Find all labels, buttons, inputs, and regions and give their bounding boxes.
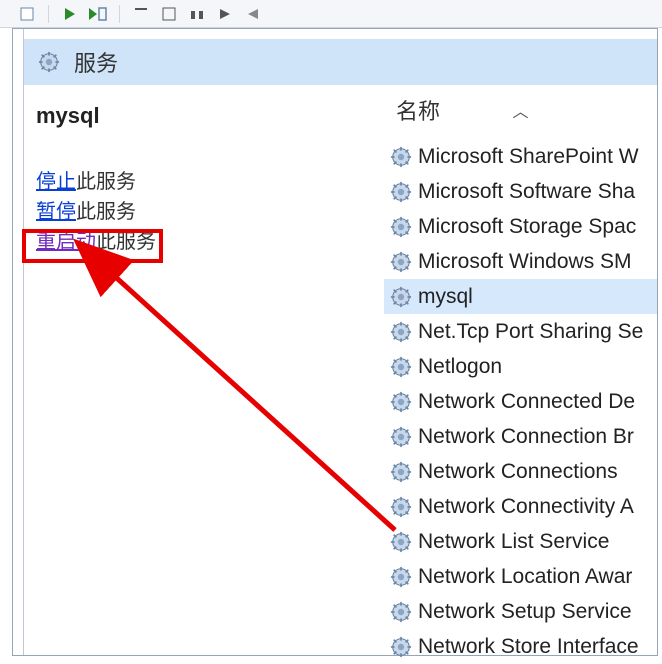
service-list-row[interactable]: Network Connection Br	[384, 419, 657, 454]
service-row-label: Network Connections	[418, 460, 618, 484]
service-list-row[interactable]: Microsoft Storage Spac	[384, 209, 657, 244]
services-header-gear-icon	[38, 51, 60, 73]
service-list-row[interactable]: Network Location Awar	[384, 559, 657, 594]
service-row-label: Net.Tcp Port Sharing Se	[418, 320, 643, 344]
service-gear-icon	[390, 636, 412, 658]
services-header: 服务	[24, 39, 657, 85]
services-window: 服务 mysql 停止此服务 暂停此服务 重启动此服务 名称 ︿ Microso…	[12, 28, 658, 656]
service-gear-icon	[390, 601, 412, 623]
sort-caret-icon: ︿	[512, 98, 528, 122]
list-column-header[interactable]: 名称 ︿	[384, 85, 657, 135]
service-gear-icon	[390, 531, 412, 553]
toolbar-run-button[interactable]	[59, 4, 81, 24]
toolbar-button-5[interactable]	[158, 4, 180, 24]
service-gear-icon	[390, 321, 412, 343]
service-list-row[interactable]: Net.Tcp Port Sharing Se	[384, 314, 657, 349]
service-list-row[interactable]: Netlogon	[384, 349, 657, 384]
service-row-label: mysql	[418, 285, 473, 309]
toolbar-button-7[interactable]	[214, 4, 236, 24]
service-gear-icon	[390, 251, 412, 273]
service-gear-icon	[390, 181, 412, 203]
service-list-pane: 名称 ︿ Microsoft SharePoint W Microsoft Sof…	[384, 85, 657, 645]
service-gear-icon	[390, 356, 412, 378]
column-name-label: 名称	[396, 94, 440, 126]
service-gear-icon	[390, 391, 412, 413]
service-row-label: Network List Service	[418, 530, 609, 554]
service-row-label: Microsoft Software Sha	[418, 180, 635, 204]
service-gear-icon	[390, 566, 412, 588]
service-row-label: Netlogon	[418, 355, 502, 379]
selected-service-name: mysql	[36, 103, 372, 129]
service-list-row[interactable]: Microsoft Software Sha	[384, 174, 657, 209]
toolbar-button-6[interactable]	[186, 4, 208, 24]
service-row-label: Microsoft Storage Spac	[418, 215, 636, 239]
service-gear-icon	[390, 461, 412, 483]
service-list-row[interactable]: Network Connected De	[384, 384, 657, 419]
service-gear-icon	[390, 216, 412, 238]
service-gear-icon	[390, 286, 412, 308]
toolbar-runwin-button[interactable]	[87, 4, 109, 24]
service-row-label: Microsoft Windows SM	[418, 250, 632, 274]
service-list-row[interactable]: Network Setup Service	[384, 594, 657, 629]
service-detail-pane: mysql 停止此服务 暂停此服务 重启动此服务	[24, 85, 384, 645]
service-row-label: Network Connectivity A	[418, 495, 634, 519]
service-list[interactable]: Microsoft SharePoint W Microsoft Software…	[384, 135, 657, 664]
service-list-row[interactable]: Network Connectivity A	[384, 489, 657, 524]
annotation-highlight-box	[22, 229, 163, 263]
service-list-row[interactable]: Network Connections	[384, 454, 657, 489]
service-row-label: Network Connected De	[418, 390, 635, 414]
stop-service-line: 停止此服务	[36, 167, 372, 197]
toolbar-button-1[interactable]	[16, 4, 38, 24]
services-header-title: 服务	[74, 46, 118, 78]
service-gear-icon	[390, 426, 412, 448]
toolbar-button-8[interactable]	[242, 4, 264, 24]
service-gear-icon	[390, 496, 412, 518]
service-list-row[interactable]: Network Store Interface	[384, 629, 657, 664]
service-list-row[interactable]: Network List Service	[384, 524, 657, 559]
service-gear-icon	[390, 146, 412, 168]
pause-service-line: 暂停此服务	[36, 197, 372, 227]
top-toolbar	[0, 0, 662, 28]
service-list-row[interactable]: Microsoft Windows SM	[384, 244, 657, 279]
pause-service-link[interactable]: 暂停	[36, 201, 76, 223]
stop-service-link[interactable]: 停止	[36, 171, 76, 193]
toolbar-button-4[interactable]	[130, 4, 152, 24]
service-row-label: Network Store Interface	[418, 635, 639, 659]
service-list-row[interactable]: Microsoft SharePoint W	[384, 139, 657, 174]
service-row-label: Microsoft SharePoint W	[418, 145, 639, 169]
service-row-label: Network Location Awar	[418, 565, 632, 589]
service-row-label: Network Setup Service	[418, 600, 632, 624]
service-row-label: Network Connection Br	[418, 425, 634, 449]
service-list-row[interactable]: mysql	[384, 279, 657, 314]
